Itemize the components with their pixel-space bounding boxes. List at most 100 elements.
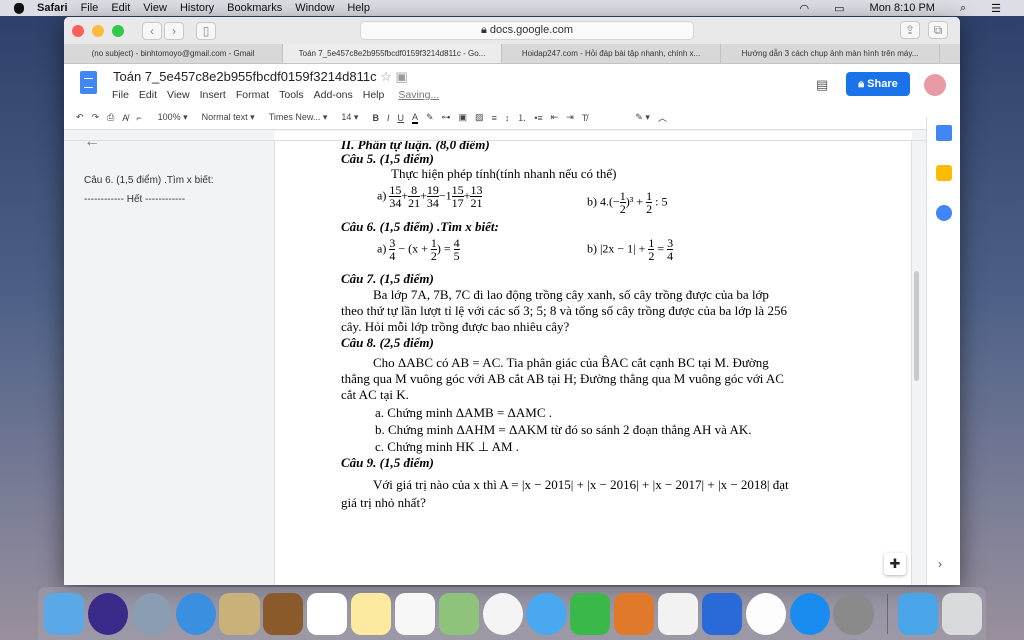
contacts-icon[interactable] xyxy=(263,592,304,635)
avatar[interactable] xyxy=(924,74,946,96)
font-size-select[interactable]: 14 ▾ xyxy=(341,112,358,123)
zoom-select[interactable]: 100% ▾ xyxy=(158,112,188,123)
comment-icon[interactable]: ▣ xyxy=(459,112,468,123)
facetime-icon[interactable] xyxy=(570,592,611,635)
menubar-app-name[interactable]: Safari xyxy=(37,2,68,14)
apple-icon[interactable] xyxy=(14,2,24,14)
document-title[interactable]: Toán 7_5e457c8e2b955fbcdf0159f3214d811c … xyxy=(113,69,408,85)
notes-icon[interactable] xyxy=(351,592,392,635)
line-spacing-icon[interactable]: ↕ xyxy=(505,113,510,123)
tab-hoidap247[interactable]: Hoidap247.com - Hỏi đáp bài tập nhanh, c… xyxy=(502,44,721,63)
explore-button[interactable]: ✚ xyxy=(884,553,906,575)
move-folder-icon[interactable]: ▣ xyxy=(396,69,408,84)
pages-icon[interactable] xyxy=(614,592,655,635)
trash-icon[interactable] xyxy=(942,592,983,635)
spellcheck-icon[interactable]: A̸ xyxy=(122,113,128,123)
ruler[interactable] xyxy=(64,130,960,141)
address-bar[interactable]: 🔒︎ docs.google.com xyxy=(360,21,694,40)
menubar-history[interactable]: History xyxy=(180,2,214,14)
messages-icon[interactable] xyxy=(526,592,567,635)
app-store-icon[interactable] xyxy=(789,592,830,635)
forward-button[interactable]: › xyxy=(164,21,184,40)
numbered-list-icon[interactable]: ⒈ xyxy=(517,111,526,124)
menu-addons[interactable]: Add-ons xyxy=(314,89,353,101)
mail-icon[interactable] xyxy=(219,592,260,635)
align-icon[interactable]: ≡ xyxy=(492,113,497,123)
tab-google-doc[interactable]: Toán 7_5e457c8e2b955fbcdf0159f3214d811c … xyxy=(283,44,502,63)
menu-insert[interactable]: Insert xyxy=(200,89,226,101)
back-button[interactable]: ‹ xyxy=(142,21,162,40)
share-page-button[interactable]: ⇪ xyxy=(900,21,920,39)
menu-tools[interactable]: Tools xyxy=(279,89,304,101)
system-preferences-icon[interactable] xyxy=(833,592,874,635)
outline-item-het[interactable]: ------------ Hết ------------ xyxy=(84,194,214,205)
increase-indent-icon[interactable]: ⇥ xyxy=(566,112,574,123)
undo-icon[interactable]: ↶ xyxy=(76,112,84,123)
menubar-clock[interactable]: Mon 8:10 PM xyxy=(870,2,935,14)
tasks-icon[interactable] xyxy=(935,205,952,221)
print-icon[interactable]: ⎙ xyxy=(107,112,114,123)
battery-icon[interactable]: ▭ xyxy=(834,2,844,15)
menu-file[interactable]: File xyxy=(112,89,129,101)
music-icon[interactable] xyxy=(745,592,786,635)
style-select[interactable]: Normal text ▾ xyxy=(202,112,255,123)
menubar-help[interactable]: Help xyxy=(347,2,370,14)
collapse-menus-icon[interactable]: ︿ xyxy=(658,111,667,124)
menubar-file[interactable]: File xyxy=(81,2,99,14)
outline-item-cau6[interactable]: Câu 6. (1,5 điểm) .Tìm x biết: xyxy=(84,175,214,186)
keep-icon[interactable] xyxy=(935,165,952,181)
tab-gmail[interactable]: (no subject) - binhtomoyo@gmail.com - Gm… xyxy=(64,44,283,63)
decrease-indent-icon[interactable]: ⇤ xyxy=(551,112,559,123)
tab-overview-button[interactable]: ⧉ xyxy=(928,21,948,39)
menu-help[interactable]: Help xyxy=(363,89,385,101)
font-select[interactable]: Times New... ▾ xyxy=(269,112,328,123)
minimize-window-button[interactable] xyxy=(92,24,104,37)
editing-mode-icon[interactable]: ✎ ▾ xyxy=(635,112,650,123)
image-icon[interactable]: ▨ xyxy=(475,112,484,123)
text-color-icon[interactable]: A xyxy=(411,112,418,124)
downloads-icon[interactable] xyxy=(898,592,939,635)
menubar-bookmarks[interactable]: Bookmarks xyxy=(227,2,282,14)
expand-panel-icon[interactable]: › xyxy=(938,557,942,571)
vertical-scrollbar[interactable] xyxy=(914,271,919,381)
calendar-dock-icon[interactable] xyxy=(307,592,348,635)
zoom-window-button[interactable] xyxy=(112,24,124,37)
underline-icon[interactable]: U xyxy=(397,113,404,123)
highlight-icon[interactable]: ✎ xyxy=(426,112,434,123)
share-button[interactable]: 🔒︎ Share xyxy=(846,72,910,96)
link-icon[interactable]: ⊶ xyxy=(442,112,451,123)
menu-view[interactable]: View xyxy=(167,89,190,101)
star-icon[interactable]: ☆ xyxy=(380,69,392,84)
spotlight-icon[interactable]: ⌕ xyxy=(960,2,966,15)
document-page[interactable]: II. Phần tự luận. (8,0 điểm) Câu 5. (1,5… xyxy=(274,141,912,585)
launchpad-icon[interactable] xyxy=(131,592,172,635)
siri-icon[interactable] xyxy=(87,592,129,635)
notification-center-icon[interactable]: ☰ xyxy=(991,2,1001,15)
sidebar-toggle-button[interactable]: ▯ xyxy=(196,21,216,40)
tab-screenshot-guide[interactable]: Hướng dẫn 3 cách chụp ảnh màn hình trên … xyxy=(721,44,940,63)
google-docs-icon[interactable] xyxy=(80,71,97,94)
numbers-icon[interactable] xyxy=(658,592,699,635)
photos-icon[interactable] xyxy=(482,592,523,635)
safari-icon[interactable] xyxy=(175,592,216,635)
clear-formatting-icon[interactable]: T̸ xyxy=(582,113,588,123)
close-window-button[interactable] xyxy=(72,24,84,37)
redo-icon[interactable]: ↷ xyxy=(92,112,100,123)
outline-back-icon[interactable]: ← xyxy=(84,141,100,151)
menu-format[interactable]: Format xyxy=(236,89,269,101)
italic-icon[interactable]: I xyxy=(387,113,390,123)
reminders-icon[interactable] xyxy=(394,592,436,635)
maps-icon[interactable] xyxy=(438,592,479,635)
menubar-view[interactable]: View xyxy=(143,2,167,14)
bulleted-list-icon[interactable]: •≡ xyxy=(534,113,542,123)
comments-icon[interactable]: ▤ xyxy=(816,77,828,93)
menu-edit[interactable]: Edit xyxy=(139,89,157,101)
paint-format-icon[interactable]: ⌐ xyxy=(136,113,141,123)
bold-icon[interactable]: B xyxy=(372,113,379,123)
menubar-window[interactable]: Window xyxy=(295,2,334,14)
finder-icon[interactable] xyxy=(44,592,85,635)
calendar-icon[interactable] xyxy=(935,125,952,141)
menubar-edit[interactable]: Edit xyxy=(111,2,130,14)
keynote-icon[interactable] xyxy=(701,592,743,635)
wifi-icon[interactable]: ◠ xyxy=(800,2,810,15)
